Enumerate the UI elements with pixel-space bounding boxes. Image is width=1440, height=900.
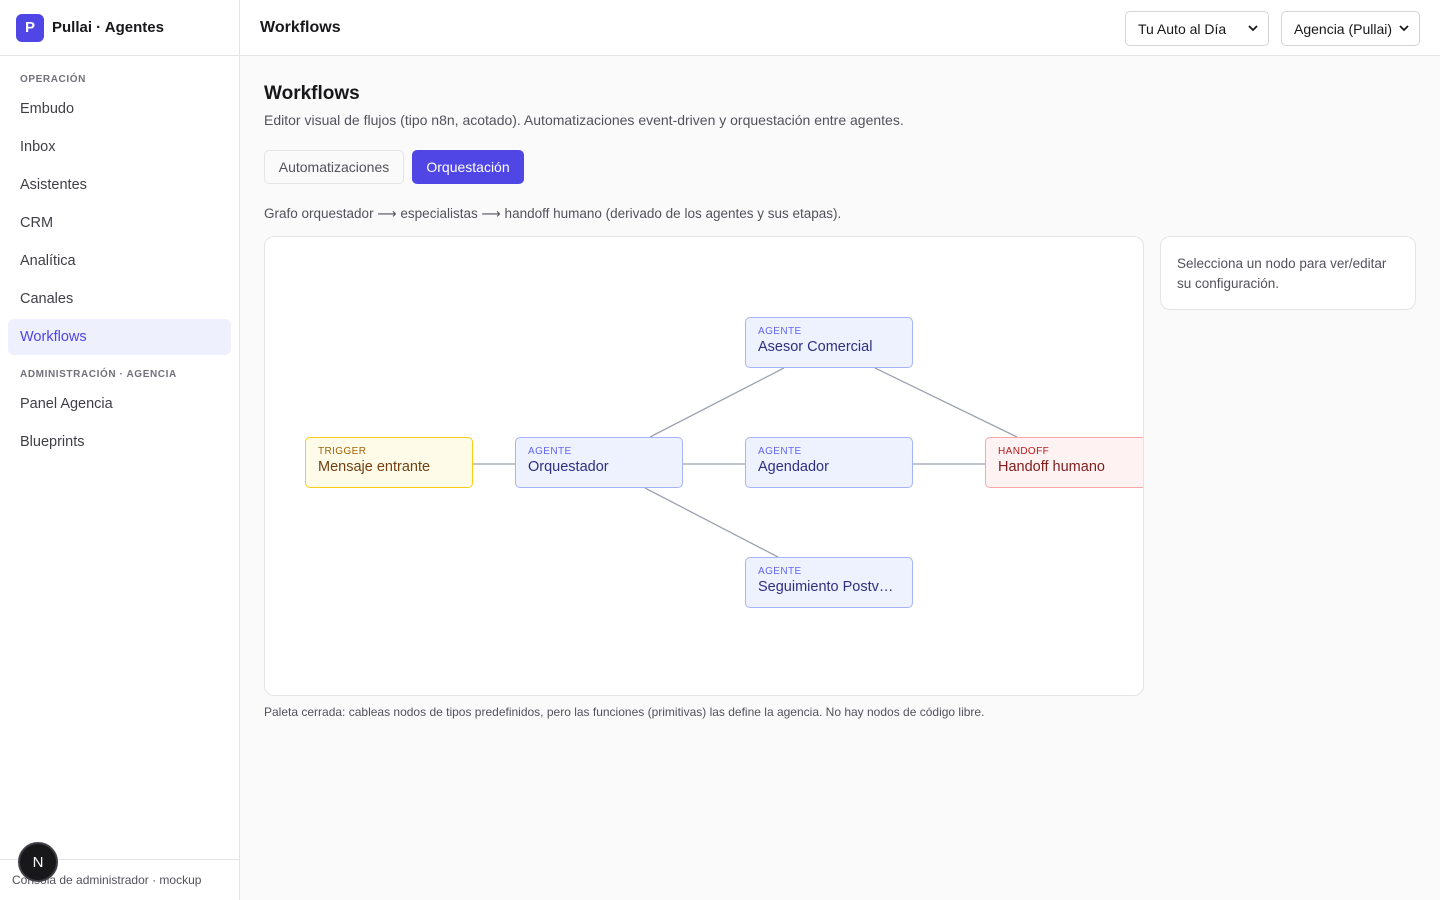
node-agent-agendador[interactable]: AGENTE Agendador bbox=[745, 437, 913, 488]
sidebar-item-blueprints[interactable]: Blueprints bbox=[8, 424, 231, 460]
node-type: HANDOFF bbox=[998, 446, 1050, 457]
workflow-canvas[interactable]: TRIGGER Mensaje entrante AGENTE Orquesta… bbox=[264, 236, 1144, 696]
brand[interactable]: P Pullai · Agentes bbox=[0, 0, 239, 56]
node-name: Mensaje entrante bbox=[318, 459, 431, 475]
node-type: AGENTE bbox=[528, 446, 572, 457]
node-agent-asesor-comercial[interactable]: AGENTE Asesor Comercial bbox=[745, 317, 913, 368]
edge-orquestador-seguimiento bbox=[644, 487, 779, 558]
node-config-panel: Selecciona un nodo para ver/editar su co… bbox=[1160, 236, 1416, 310]
dev-tools-badge[interactable]: N bbox=[18, 842, 58, 882]
sidebar-item-crm[interactable]: CRM bbox=[8, 205, 231, 241]
sidebar-item-panel-agencia[interactable]: Panel Agencia bbox=[8, 386, 231, 422]
sidebar-item-workflows[interactable]: Workflows bbox=[8, 319, 231, 355]
node-name: Seguimiento Postventa bbox=[758, 579, 900, 595]
palette-footnote: Paleta cerrada: cableas nodos de tipos p… bbox=[264, 705, 985, 719]
agency-select-value: Agencia (Pullai) bbox=[1294, 20, 1393, 37]
node-name: Asesor Comercial bbox=[758, 339, 873, 355]
page-subtitle: Editor visual de flujos (tipo n8n, acota… bbox=[264, 112, 904, 128]
node-trigger-mensaje-entrante[interactable]: TRIGGER Mensaje entrante bbox=[305, 437, 473, 488]
sidebar: P Pullai · Agentes OPERACIÓN Embudo Inbo… bbox=[0, 0, 240, 900]
node-type: TRIGGER bbox=[318, 446, 367, 457]
node-name: Handoff humano bbox=[998, 459, 1105, 475]
node-type: AGENTE bbox=[758, 326, 802, 337]
tenant-select[interactable]: Tu Auto al Día bbox=[1125, 11, 1269, 46]
tab-automatizaciones[interactable]: Automatizaciones bbox=[264, 150, 404, 184]
tab-orquestacion[interactable]: Orquestación bbox=[412, 150, 524, 184]
brand-logo: P bbox=[16, 13, 44, 42]
tenant-select-value: Tu Auto al Día bbox=[1138, 20, 1227, 37]
sidebar-item-asistentes[interactable]: Asistentes bbox=[8, 167, 231, 203]
nav-section-admin: ADMINISTRACIÓN · AGENCIA bbox=[20, 369, 177, 380]
brand-name: Pullai · Agentes bbox=[52, 19, 164, 36]
chevron-down-icon bbox=[1399, 25, 1409, 32]
node-type: AGENTE bbox=[758, 446, 802, 457]
topbar-title: Workflows bbox=[260, 18, 341, 36]
edge-asesor-handoff bbox=[874, 367, 1018, 438]
agency-select[interactable]: Agencia (Pullai) bbox=[1281, 11, 1420, 46]
node-type: AGENTE bbox=[758, 566, 802, 577]
chevron-down-icon bbox=[1248, 25, 1258, 32]
sidebar-item-canales[interactable]: Canales bbox=[8, 281, 231, 317]
nav-section-operation: OPERACIÓN bbox=[20, 74, 86, 85]
edge-orquestador-asesor bbox=[649, 367, 785, 438]
node-name: Agendador bbox=[758, 459, 829, 475]
graph-caption: Grafo orquestador ⟶ especialistas ⟶ hand… bbox=[264, 206, 842, 221]
node-agent-orquestador[interactable]: AGENTE Orquestador bbox=[515, 437, 683, 488]
node-name: Orquestador bbox=[528, 459, 609, 475]
sidebar-item-embudo[interactable]: Embudo bbox=[8, 91, 231, 127]
sidebar-item-analitica[interactable]: Analítica bbox=[8, 243, 231, 279]
node-handoff-humano[interactable]: HANDOFF Handoff humano bbox=[985, 437, 1143, 488]
sidebar-item-inbox[interactable]: Inbox bbox=[8, 129, 231, 165]
node-agent-seguimiento-postventa[interactable]: AGENTE Seguimiento Postventa bbox=[745, 557, 913, 608]
page-title: Workflows bbox=[264, 83, 360, 104]
